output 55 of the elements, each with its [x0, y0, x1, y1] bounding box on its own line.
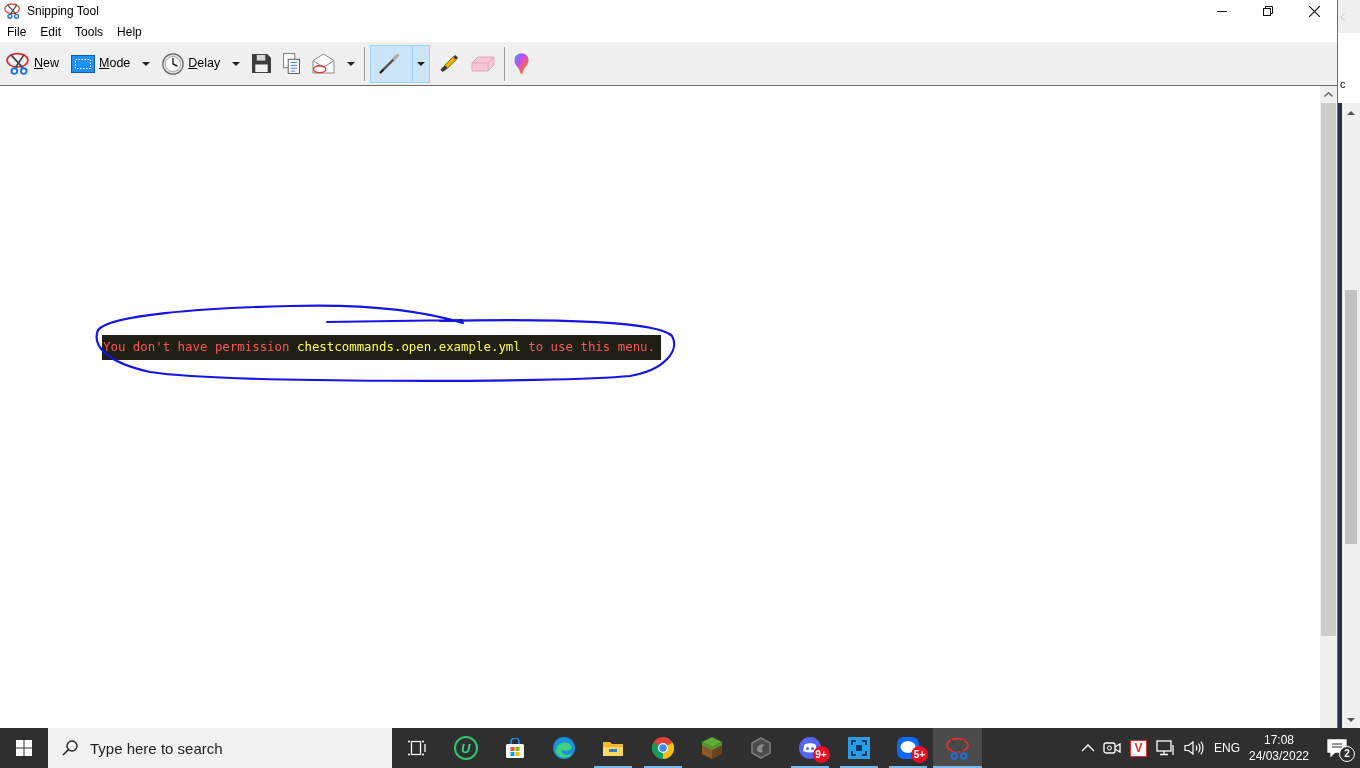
frame-square-icon [848, 737, 871, 759]
scroll-up-arrow-icon[interactable] [1347, 111, 1355, 115]
network-monitor-icon[interactable] [1156, 740, 1176, 756]
wave-circle-icon [553, 737, 576, 759]
close-icon [1308, 5, 1320, 17]
chat-message: You don't have permission chestcommands.open.example.yml to use this menu. [102, 338, 656, 357]
restore-icon [1263, 6, 1273, 16]
scrollbar-thumb[interactable] [1345, 290, 1357, 544]
menu-item[interactable]: Tools [68, 22, 111, 42]
menu-item[interactable]: File [0, 22, 34, 42]
mode-button[interactable]: Mode [67, 44, 155, 83]
window-title: Snipping Tool [27, 3, 99, 20]
eraser-icon [471, 55, 496, 72]
hexagon-icon [749, 737, 772, 759]
clock-icon [162, 52, 185, 75]
highlighter-icon [438, 53, 460, 74]
browser-circle-icon [651, 737, 674, 759]
notification-count: 2 [1339, 746, 1355, 762]
pen-icon [379, 53, 401, 74]
shopping-bag-icon [504, 738, 525, 758]
vertical-scrollbar[interactable] [1342, 103, 1360, 728]
new-snip-button[interactable]: New [2, 44, 63, 83]
search-field[interactable]: Type here to search [88, 733, 388, 763]
pen-tool-button[interactable] [370, 44, 431, 83]
minimize-icon [1217, 10, 1227, 12]
action-center-button[interactable]: 2 [1314, 728, 1360, 768]
search-box[interactable]: Type here to search [48, 728, 392, 768]
scissors-icon [4, 3, 21, 19]
task-view-icon [407, 740, 426, 756]
windows-logo-icon [16, 740, 32, 756]
speaker-icon[interactable] [1184, 740, 1204, 756]
letter-logo-icon[interactable]: V [1130, 739, 1147, 757]
dotted-rectangle-icon [71, 54, 95, 73]
folder-icon [602, 739, 625, 757]
menu-item[interactable]: Edit [33, 22, 69, 42]
vertical-scrollbar[interactable] [1320, 86, 1337, 728]
taskbar-app-button[interactable]: U [441, 728, 491, 768]
clock-date[interactable]: 24/03/2022 [1248, 748, 1310, 764]
menu-item[interactable]: Help [110, 22, 149, 42]
delay-button[interactable]: Delay [158, 44, 245, 83]
scissors-icon [945, 736, 970, 760]
grass-block-icon [700, 737, 723, 759]
input-language[interactable]: ENG [1214, 739, 1240, 757]
scissors-icon [6, 52, 30, 75]
chevron-up-icon[interactable] [1081, 744, 1095, 752]
clock-time[interactable]: 17:08 [1248, 732, 1310, 748]
search-icon [62, 740, 78, 756]
paint-drop-icon [514, 53, 530, 74]
copy-icon [283, 53, 301, 74]
scrollbar-thumb[interactable] [1321, 103, 1336, 636]
cut-off-text: c [1340, 78, 1346, 90]
camera-icon[interactable] [1103, 740, 1121, 756]
envelope-icon [312, 53, 336, 74]
scroll-down-arrow-icon[interactable] [1347, 718, 1355, 722]
letter-logo-icon: U [453, 736, 478, 760]
